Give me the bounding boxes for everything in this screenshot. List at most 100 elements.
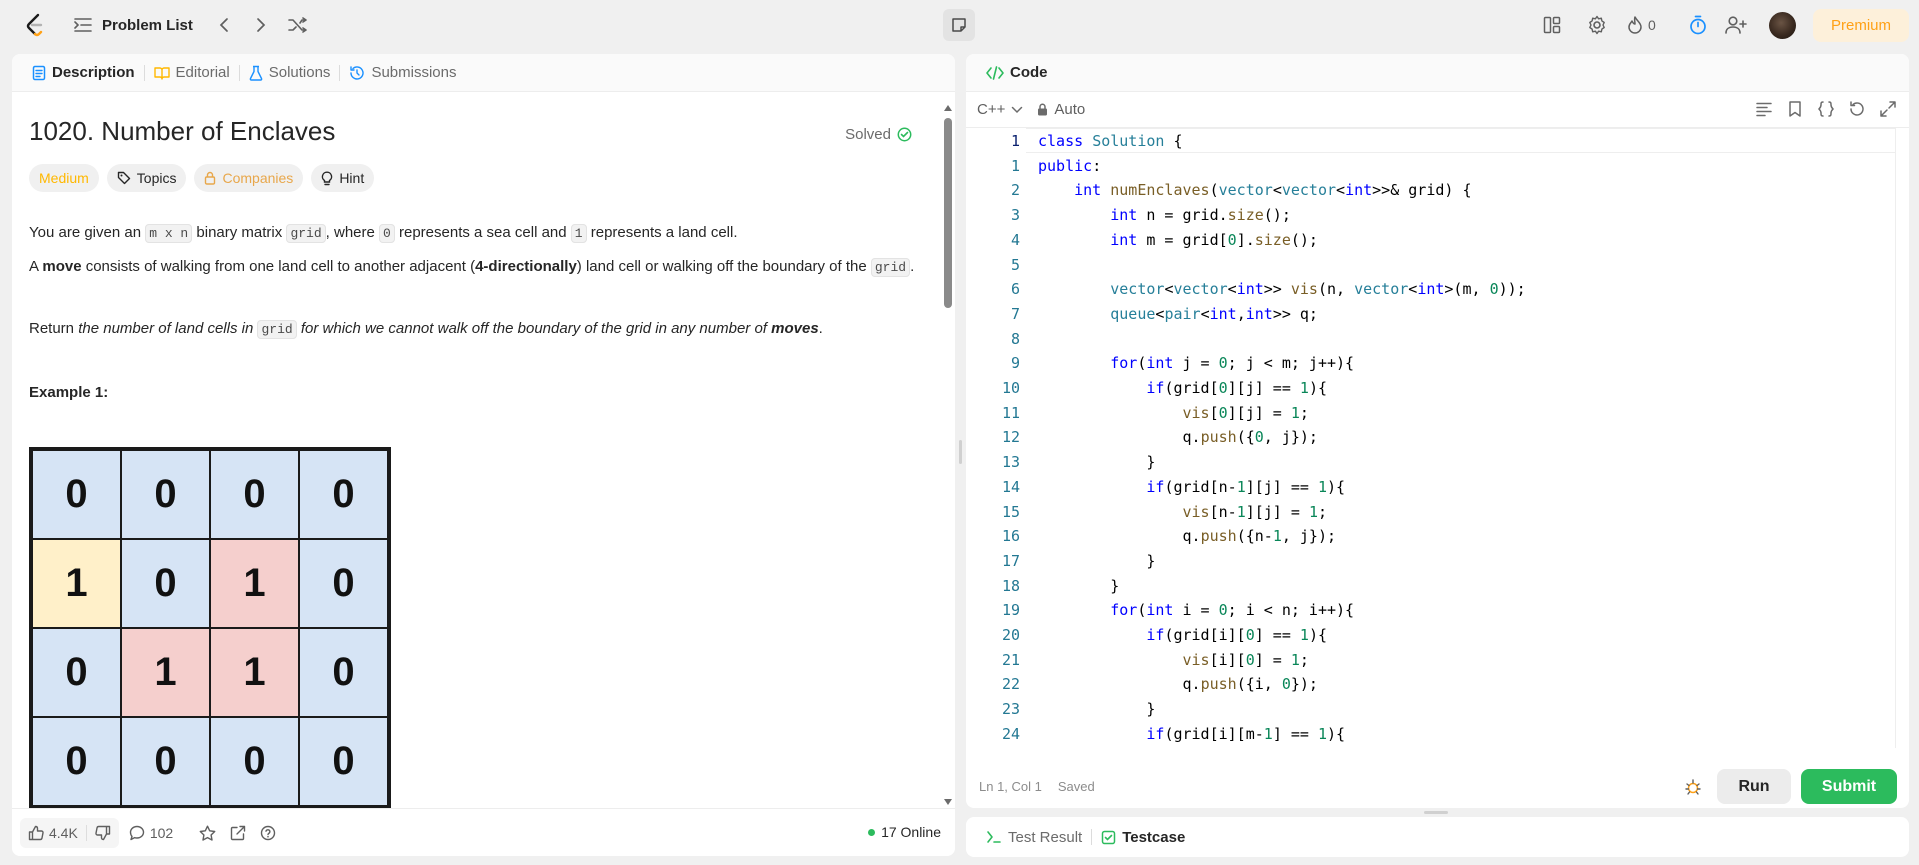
text: represents a sea cell and xyxy=(394,224,571,241)
like-count: 4.4K xyxy=(49,824,78,841)
code-line[interactable]: 15 vis[n-1][j] = 1; xyxy=(966,500,1896,525)
page-title[interactable]: 1020. Number of Enclaves xyxy=(29,116,335,147)
language-label: C++ xyxy=(977,101,1006,118)
code-line[interactable]: 11 vis[0][j] = 1; xyxy=(966,401,1896,426)
expand-icon[interactable] xyxy=(1879,100,1897,118)
language-select[interactable]: C++ xyxy=(977,101,1023,118)
favorite-button[interactable] xyxy=(199,818,216,848)
layout-icon[interactable] xyxy=(1539,12,1565,38)
code-line[interactable]: 16 q.push({n-1, j}); xyxy=(966,524,1896,549)
code-text: q.push({0, j}); xyxy=(1038,428,1318,447)
code-line[interactable]: 5 xyxy=(966,253,1896,278)
external-link-icon xyxy=(230,825,246,840)
run-button[interactable]: Run xyxy=(1717,769,1791,804)
bookmark-icon[interactable] xyxy=(1786,100,1804,118)
code-line[interactable]: 1 class Solution { xyxy=(966,129,1896,154)
tab-test-result[interactable]: Test Result xyxy=(980,818,1088,856)
shuffle-icon[interactable] xyxy=(285,12,311,38)
debug-icon[interactable] xyxy=(1684,778,1702,796)
editor-scrollbar[interactable] xyxy=(1895,128,1909,748)
streak-counter[interactable]: 0 xyxy=(1628,12,1656,38)
code-line[interactable]: 22 q.push({i, 0}); xyxy=(966,672,1896,697)
help-button[interactable] xyxy=(260,818,276,848)
add-user-icon[interactable] xyxy=(1723,12,1749,38)
code-line[interactable]: 18 } xyxy=(966,574,1896,599)
description-paragraph: A move consists of walking from one land… xyxy=(29,255,929,279)
companies-chip[interactable]: Companies xyxy=(194,164,304,192)
code-line[interactable]: 4 int m = grid[0].size(); xyxy=(966,228,1896,253)
code-line[interactable]: 2 int numEnclaves(vector<vector<int>>& g… xyxy=(966,178,1896,203)
test-tabs: Test Result Testcase xyxy=(966,817,1909,857)
chevron-right-icon[interactable] xyxy=(250,12,272,38)
code-line[interactable]: 3 int n = grid.size(); xyxy=(966,203,1896,228)
code-line[interactable]: 7 queue<pair<int,int>> q; xyxy=(966,302,1896,327)
tab-editorial[interactable]: Editorial xyxy=(148,54,236,92)
horizontal-resize-handle[interactable] xyxy=(1424,811,1448,814)
difficulty-label: Medium xyxy=(39,170,89,186)
cursor-position: Ln 1, Col 1 xyxy=(979,778,1042,794)
grid-cell: 0 xyxy=(299,450,388,539)
online-indicator: 17 Online xyxy=(868,824,941,840)
tab-code[interactable]: Code xyxy=(980,54,1054,92)
dislike-button[interactable] xyxy=(85,824,111,841)
braces-icon[interactable] xyxy=(1817,100,1835,118)
vertical-resize-handle[interactable] xyxy=(959,440,962,464)
scrollbar[interactable] xyxy=(943,92,953,808)
code-line[interactable]: 23 } xyxy=(966,697,1896,722)
code-line[interactable]: 13 } xyxy=(966,450,1896,475)
tab-description-label: Description xyxy=(52,64,135,81)
tab-solutions[interactable]: Solutions xyxy=(243,54,337,92)
code-line[interactable]: 24 if(grid[i][m-1] == 1){ xyxy=(966,722,1896,747)
submit-button[interactable]: Submit xyxy=(1801,769,1897,804)
notes-button[interactable] xyxy=(943,9,975,41)
premium-button[interactable]: Premium xyxy=(1813,9,1909,42)
thumbs-up-icon xyxy=(28,825,44,840)
description-tabs: Description Editorial Solutions Submissi… xyxy=(12,54,955,92)
format-icon[interactable] xyxy=(1755,100,1773,118)
auto-mode-toggle[interactable]: Auto xyxy=(1037,101,1085,118)
code-area[interactable]: 1 class Solution {1 public: 2 int numEnclav… xyxy=(966,128,1896,748)
save-status: Saved xyxy=(1057,778,1095,794)
code-line[interactable]: 9 for(int j = 0; j < m; j++){ xyxy=(966,351,1896,376)
topics-chip[interactable]: Topics xyxy=(106,164,187,192)
code-line[interactable]: 1 public: xyxy=(966,154,1896,179)
code-line[interactable]: 6 vector<vector<int>> vis(n, vector<int>… xyxy=(966,277,1896,302)
code-line[interactable]: 12 q.push({0, j}); xyxy=(966,425,1896,450)
bold-text: moves xyxy=(771,320,819,337)
description-panel: Description Editorial Solutions Submissi… xyxy=(12,54,955,856)
like-button[interactable]: 4.4K xyxy=(28,825,78,841)
code-line[interactable]: 10 if(grid[0][j] == 1){ xyxy=(966,376,1896,401)
problem-list-button[interactable]: Problem List xyxy=(74,12,193,38)
code-line[interactable]: 21 vis[i][0] = 1; xyxy=(966,648,1896,673)
avatar[interactable] xyxy=(1769,12,1796,39)
code-line[interactable]: 20 if(grid[i][0] == 1){ xyxy=(966,623,1896,648)
leetcode-logo-icon[interactable] xyxy=(22,12,48,38)
tab-submissions[interactable]: Submissions xyxy=(343,54,462,92)
reset-icon[interactable] xyxy=(1848,100,1866,118)
tab-description[interactable]: Description xyxy=(26,54,141,92)
tab-submissions-label: Submissions xyxy=(371,64,457,81)
scroll-down-icon[interactable] xyxy=(943,798,953,806)
gear-icon[interactable] xyxy=(1584,12,1610,38)
tab-divider xyxy=(1091,829,1093,845)
code-line[interactable]: 8 xyxy=(966,327,1896,352)
scroll-up-icon[interactable] xyxy=(943,104,953,112)
share-button[interactable] xyxy=(230,818,246,848)
code-line[interactable]: 19 for(int i = 0; i < n; i++){ xyxy=(966,598,1896,623)
description-paragraph: Return the number of land cells in grid … xyxy=(29,317,929,341)
hint-chip[interactable]: Hint xyxy=(311,164,375,192)
code-line[interactable]: 14 if(grid[n-1][j] == 1){ xyxy=(966,475,1896,500)
line-number: 20 xyxy=(1001,626,1020,644)
timer-icon[interactable] xyxy=(1685,12,1711,38)
tab-testcase[interactable]: Testcase xyxy=(1095,818,1191,856)
tab-code-label: Code xyxy=(1010,64,1048,81)
code-text: vector<vector<int>> vis(n, vector<int>(m… xyxy=(1110,280,1526,299)
grid-cell: 0 xyxy=(299,717,388,806)
chevron-down-icon xyxy=(1012,106,1023,113)
code-text: if(grid[i][m-1] == 1){ xyxy=(1146,724,1346,743)
comments-button[interactable]: 102 xyxy=(129,818,173,848)
scrollbar-thumb[interactable] xyxy=(944,118,952,308)
grid-cell: 1 xyxy=(32,539,121,628)
code-line[interactable]: 17 } xyxy=(966,549,1896,574)
chevron-left-icon[interactable] xyxy=(213,12,235,38)
